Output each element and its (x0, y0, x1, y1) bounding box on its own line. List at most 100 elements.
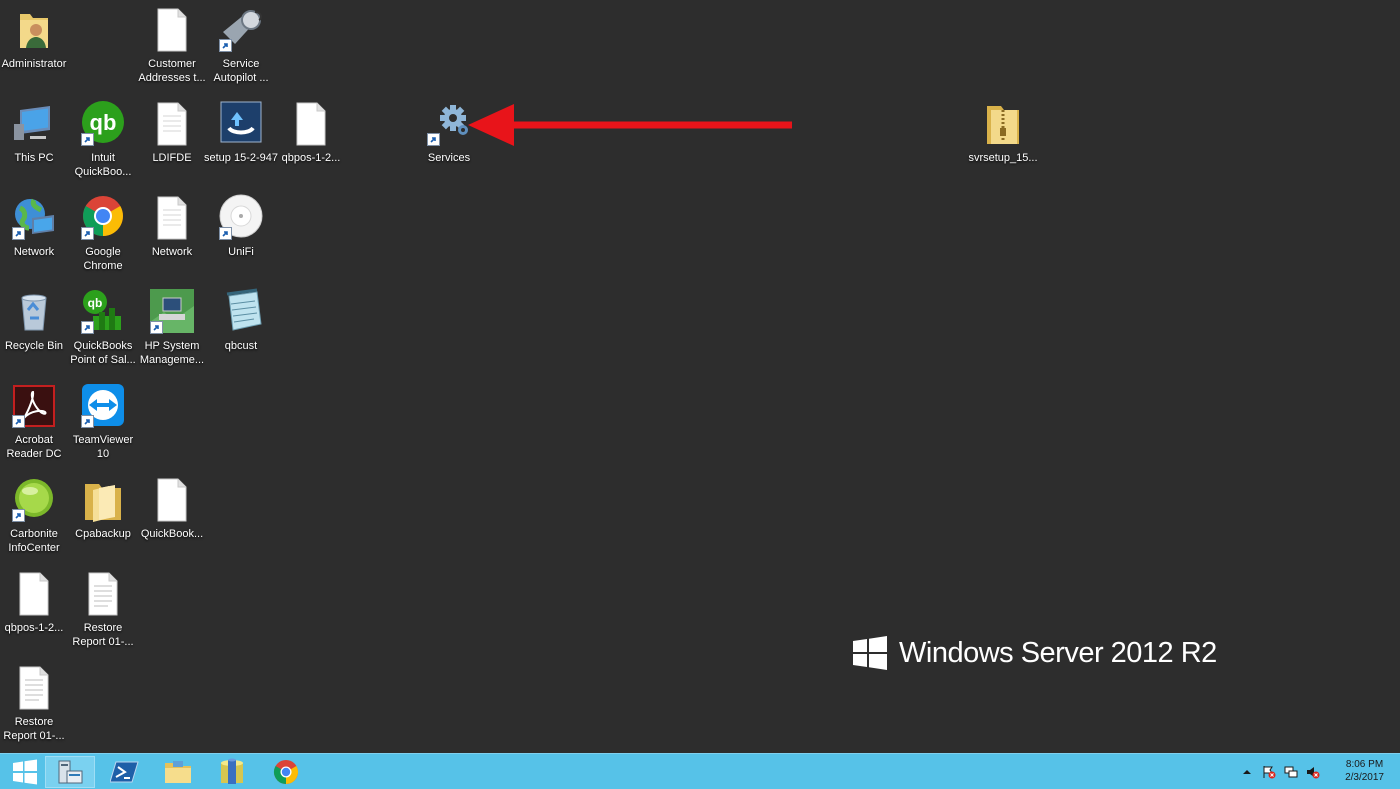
windows-logo-icon (853, 636, 887, 670)
desktop-icon-quickbooks-file[interactable]: QuickBook... (135, 476, 209, 541)
desktop-icon-customer-addresses[interactable]: Customer Addresses t... (135, 6, 209, 85)
desktop-icon-qbpos-file[interactable]: qbpos-1-2... (0, 570, 71, 635)
start-icon (13, 759, 37, 785)
acrobat-icon (10, 382, 58, 430)
desktop-icon-teamviewer[interactable]: TeamViewer 10 (66, 382, 140, 461)
icon-label: Google Chrome (83, 246, 123, 272)
shortcut-arrow-icon (81, 321, 94, 334)
service-autopilot-icon (217, 6, 265, 54)
desktop-icon-network[interactable]: Network (0, 194, 71, 259)
icon-label: QuickBooks Point of Sal... (70, 340, 136, 366)
clock-time: 8:06 PM (1345, 759, 1384, 770)
icon-label: QuickBook... (140, 528, 204, 540)
icon-label: Restore Report 01-... (72, 622, 134, 648)
desktop-icon-service-autopilot[interactable]: Service Autopilot ... (204, 6, 278, 85)
svg-text:qb: qb (90, 110, 117, 135)
quickbooks-icon: qb (79, 100, 127, 148)
zip-folder-icon (979, 100, 1027, 148)
desktop-icon-svrsetup[interactable]: svrsetup_15... (966, 100, 1040, 165)
desktop-icon-cpabackup[interactable]: Cpabackup (66, 476, 140, 541)
quickbooks-pos-icon: qb (79, 288, 127, 336)
document-icon (148, 194, 196, 242)
shortcut-arrow-icon (219, 227, 232, 240)
document-icon (10, 570, 58, 618)
document-icon (148, 100, 196, 148)
setup-icon (217, 100, 265, 148)
document-icon (10, 664, 58, 712)
notepad-icon (217, 288, 265, 336)
user-folder-icon (10, 6, 58, 54)
icon-label: qbpos-1-2... (4, 622, 64, 634)
document-icon (148, 476, 196, 524)
taskbar-powershell[interactable] (100, 756, 150, 788)
network-status-icon[interactable] (1284, 765, 1298, 779)
icon-label: Acrobat Reader DC (6, 434, 62, 460)
desktop-icon-google-chrome[interactable]: Google Chrome (66, 194, 140, 273)
shortcut-arrow-icon (81, 133, 94, 146)
shortcut-arrow-icon (81, 415, 94, 428)
icon-label: LDIFDE (152, 152, 192, 164)
chrome-icon (273, 760, 299, 784)
desktop-icon-intuit-quickbooks[interactable]: qb Intuit QuickBoo... (66, 100, 140, 179)
icon-label: Carbonite InfoCenter (8, 528, 60, 554)
icon-label: Network (151, 246, 193, 258)
desktop-icon-recycle-bin[interactable]: Recycle Bin (0, 288, 71, 353)
svg-text:qb: qb (88, 296, 103, 310)
icon-label: HP System Manageme... (139, 340, 205, 366)
icon-label: Restore Report 01-... (3, 716, 65, 742)
shortcut-arrow-icon (12, 509, 25, 522)
action-center-flag-icon[interactable] (1262, 765, 1276, 779)
desktop-icon-hp-system-management[interactable]: HP System Manageme... (135, 288, 209, 367)
desktop-icon-restore-report-2[interactable]: Restore Report 01-... (0, 664, 71, 743)
icon-label: Recycle Bin (4, 340, 64, 352)
carbonite-icon (10, 476, 58, 524)
branding-text: Windows Server 2012 R2 (899, 636, 1217, 669)
start-button[interactable] (0, 756, 50, 788)
desktop-icon-qbpos-file-top[interactable]: qbpos-1-2... (274, 100, 348, 165)
icon-label: Network (13, 246, 55, 258)
shortcut-arrow-icon (12, 227, 25, 240)
this-pc-icon (10, 100, 58, 148)
server-manager-icon (58, 760, 83, 784)
database-icon (221, 758, 243, 784)
document-icon (148, 6, 196, 54)
icon-label: This PC (14, 152, 54, 164)
shortcut-arrow-icon (219, 39, 232, 52)
taskbar-clock[interactable]: 8:06 PM 2/3/2017 (1345, 758, 1384, 784)
taskbar-file-explorer[interactable] (153, 756, 203, 788)
desktop-icon-setup[interactable]: setup 15-2-947 (204, 100, 278, 165)
folder-icon (79, 476, 127, 524)
icon-label: setup 15-2-947 (204, 152, 278, 164)
document-icon (287, 100, 335, 148)
desktop-icon-administrator[interactable]: Administrator (0, 6, 71, 71)
hp-system-management-icon (148, 288, 196, 336)
system-tray: 8:06 PM 2/3/2017 (1240, 754, 1400, 789)
unifi-icon (217, 194, 265, 242)
desktop: Administrator This PC Network Recycle Bi… (0, 0, 1400, 753)
teamviewer-icon (79, 382, 127, 430)
icon-label: Customer Addresses t... (138, 58, 206, 84)
show-hidden-icons-chevron-icon[interactable] (1242, 765, 1252, 779)
shortcut-arrow-icon (81, 227, 94, 240)
icon-label: TeamViewer 10 (72, 434, 134, 460)
clock-date: 2/3/2017 (1345, 772, 1384, 783)
shortcut-arrow-icon (12, 415, 25, 428)
icon-label: Administrator (1, 58, 67, 70)
icon-label: Service Autopilot ... (213, 58, 269, 84)
desktop-icon-ldifde[interactable]: LDIFDE (135, 100, 209, 165)
taskbar-database-tool[interactable] (207, 756, 257, 788)
taskbar-server-manager[interactable] (45, 756, 95, 788)
annotation-arrow (468, 104, 792, 146)
desktop-icon-carbonite[interactable]: Carbonite InfoCenter (0, 476, 71, 555)
desktop-icon-unifi[interactable]: UniFi (204, 194, 278, 259)
desktop-icon-qbcust[interactable]: qbcust (204, 288, 278, 353)
desktop-icon-network-file[interactable]: Network (135, 194, 209, 259)
desktop-icon-quickbooks-pos[interactable]: qb QuickBooks Point of Sal... (66, 288, 140, 367)
volume-muted-icon[interactable] (1306, 765, 1320, 779)
desktop-icon-restore-report-1[interactable]: Restore Report 01-... (66, 570, 140, 649)
icon-label: Cpabackup (75, 528, 131, 540)
chrome-icon (79, 194, 127, 242)
desktop-icon-this-pc[interactable]: This PC (0, 100, 71, 165)
desktop-icon-acrobat-reader[interactable]: Acrobat Reader DC (0, 382, 71, 461)
taskbar-chrome[interactable] (261, 756, 311, 788)
